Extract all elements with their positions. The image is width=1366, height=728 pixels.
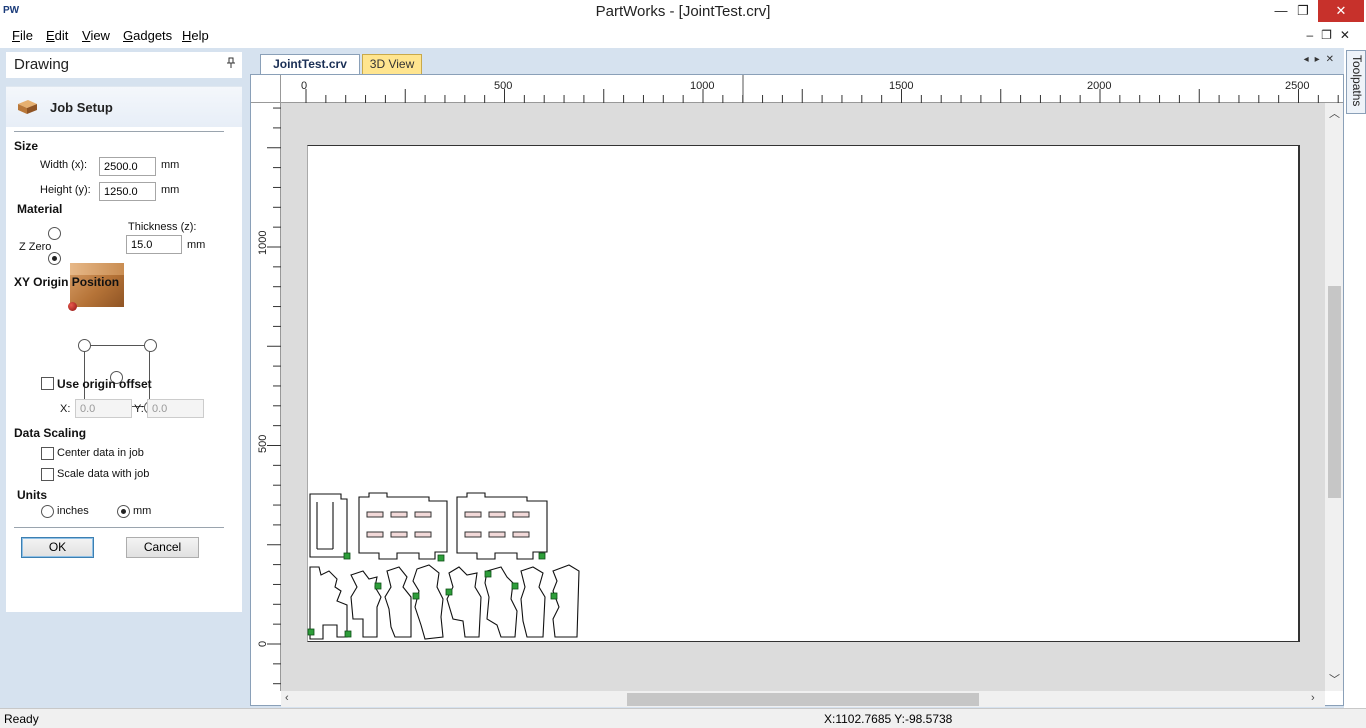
job-setup-title: Job Setup xyxy=(50,100,113,115)
ruler-label-0: 0 xyxy=(301,80,308,92)
drawing-panel: Drawing Job Setup Size Width (x): mm Hei… xyxy=(0,48,246,708)
menu-file[interactable]: File xyxy=(12,28,33,43)
scroll-left-icon[interactable]: ‹ xyxy=(285,692,289,704)
material-heading: Material xyxy=(17,202,63,216)
job-setup-form: Job Setup Size Width (x): mm Height (y):… xyxy=(6,86,242,612)
title-bar: PW PartWorks - [JointTest.crv] — ❐ ✕ xyxy=(0,0,1366,24)
width-unit: mm xyxy=(161,159,180,171)
scroll-up-icon[interactable]: ︿ xyxy=(1329,105,1340,121)
zzero-marker xyxy=(68,302,77,311)
zzero-bottom-radio[interactable] xyxy=(48,252,61,265)
tab-jointtest[interactable]: JointTest.crv xyxy=(260,54,360,74)
ruler-vertical: 1000 500 0 xyxy=(251,103,281,691)
thickness-input[interactable] xyxy=(126,235,182,254)
ruler-horizontal: 0 500 1000 1500 2000 2500 xyxy=(281,75,1343,103)
size-heading: Size xyxy=(14,139,39,153)
horizontal-scrollbar[interactable]: ‹ › xyxy=(281,691,1325,707)
ruler-label-2500: 2500 xyxy=(1285,80,1310,92)
ruler-corner xyxy=(251,75,281,103)
job-setup-header: Job Setup xyxy=(6,87,242,127)
center-data-checkbox[interactable] xyxy=(41,447,54,460)
material-sheet-icon xyxy=(16,99,38,114)
ruler-label-v0: 0 xyxy=(257,640,269,647)
height-unit: mm xyxy=(161,184,180,196)
origin-top-right-radio[interactable] xyxy=(144,339,157,352)
vector-parts-drawing[interactable] xyxy=(307,487,597,647)
cancel-button[interactable]: Cancel xyxy=(126,537,199,558)
menu-bar: File Edit View Gadgets Help xyxy=(0,24,1366,48)
center-data-label: Center data in job xyxy=(57,447,144,459)
units-mm-radio[interactable] xyxy=(117,505,130,518)
ruler-label-1000: 1000 xyxy=(690,80,715,92)
drawing-canvas[interactable] xyxy=(281,103,1325,691)
status-text: Ready xyxy=(4,712,39,726)
drawing-view-frame: 0 500 1000 1500 2000 2500 1000 500 0 ︿ ﹀… xyxy=(250,74,1344,707)
vertical-scrollbar[interactable]: ︿ ﹀ xyxy=(1325,103,1343,691)
ok-button[interactable]: OK xyxy=(21,537,94,558)
pin-icon[interactable] xyxy=(226,57,236,72)
scroll-down-icon[interactable]: ﹀ xyxy=(1329,671,1340,687)
ruler-label-v500: 500 xyxy=(257,434,269,453)
scroll-right-icon[interactable]: › xyxy=(1311,692,1315,704)
offset-y-input[interactable] xyxy=(147,399,204,418)
height-input[interactable] xyxy=(99,182,156,201)
menu-help[interactable]: Help xyxy=(182,28,209,43)
divider xyxy=(14,527,224,528)
ruler-label-2000: 2000 xyxy=(1087,80,1112,92)
ruler-label-500: 500 xyxy=(494,80,513,92)
height-label: Height (y): xyxy=(40,184,91,196)
units-mm-label: mm xyxy=(133,505,152,517)
document-tab-strip: JointTest.crv 3D View ◂▸✕ xyxy=(246,48,1344,74)
ruler-label-v1000: 1000 xyxy=(257,230,269,255)
thickness-label: Thickness (z): xyxy=(128,221,197,233)
units-heading: Units xyxy=(17,488,47,502)
thickness-unit: mm xyxy=(187,239,206,251)
scale-data-label: Scale data with job xyxy=(57,468,150,480)
status-bar: Ready X:1102.7685 Y:-98.5738 xyxy=(0,708,1366,728)
offset-x-input[interactable] xyxy=(75,399,132,418)
width-input[interactable] xyxy=(99,157,156,176)
origin-top-left-radio[interactable] xyxy=(78,339,91,352)
tab-navigation-arrows[interactable]: ◂▸✕ xyxy=(1304,54,1340,65)
menu-view[interactable]: View xyxy=(82,28,110,43)
use-origin-offset-checkbox[interactable] xyxy=(41,377,54,390)
zzero-label: Z Zero xyxy=(19,241,52,253)
units-inches-radio[interactable] xyxy=(41,505,54,518)
menu-gadgets[interactable]: Gadgets xyxy=(123,28,172,43)
menu-edit[interactable]: Edit xyxy=(46,28,68,43)
origin-heading: XY Origin Position xyxy=(14,275,120,289)
toolpaths-label: Toolpaths xyxy=(1350,55,1364,107)
horizontal-scroll-thumb[interactable] xyxy=(627,693,979,706)
panel-header: Drawing xyxy=(6,52,242,78)
data-scaling-heading: Data Scaling xyxy=(14,426,87,440)
close-window-button[interactable]: ✕ xyxy=(1318,0,1364,22)
restore-button[interactable]: ❐ xyxy=(1288,0,1318,22)
mdi-window-controls[interactable]: –❐✕ xyxy=(1307,28,1359,42)
tab-3d-view[interactable]: 3D View xyxy=(362,54,422,74)
offset-y-label: Y: xyxy=(134,403,144,415)
units-inches-label: inches xyxy=(57,505,89,517)
document-area: JointTest.crv 3D View ◂▸✕ 0 500 1000 150… xyxy=(246,48,1344,708)
vertical-scroll-thumb[interactable] xyxy=(1328,286,1341,498)
ruler-label-1500: 1500 xyxy=(889,80,914,92)
toolpaths-side-tab[interactable]: Toolpaths xyxy=(1346,50,1366,114)
width-label: Width (x): xyxy=(40,159,88,171)
panel-title: Drawing xyxy=(14,56,70,73)
cursor-coordinates: X:1102.7685 Y:-98.5738 xyxy=(824,712,953,726)
zzero-top-radio[interactable] xyxy=(48,227,61,240)
offset-x-label: X: xyxy=(60,403,71,415)
use-origin-offset-label: Use origin offset xyxy=(57,377,152,391)
divider xyxy=(14,131,224,132)
window-title: PartWorks - [JointTest.crv] xyxy=(595,3,771,20)
scale-data-checkbox[interactable] xyxy=(41,468,54,481)
